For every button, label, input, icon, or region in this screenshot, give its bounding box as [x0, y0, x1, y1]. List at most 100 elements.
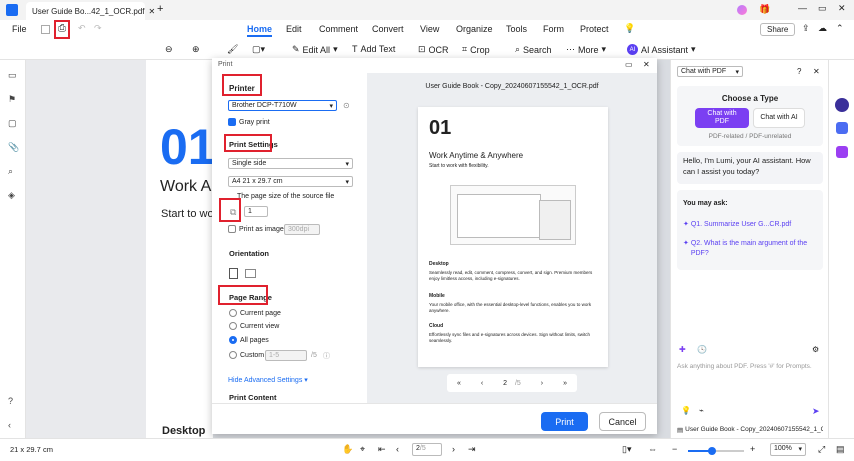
menu-form[interactable]: Form [543, 24, 564, 34]
bulb-icon[interactable]: 💡 [681, 406, 691, 415]
select-tool-icon[interactable]: ⌖ [360, 444, 365, 455]
prev-page-icon[interactable]: ‹ [481, 380, 483, 387]
more-button[interactable]: ⋯ More ▾ [566, 44, 606, 55]
zoom-in-icon[interactable]: ⊕ [192, 44, 200, 55]
highlighter-icon[interactable]: 🖌 [227, 44, 238, 55]
page-size-option[interactable]: The page size of the source file [237, 193, 334, 200]
bookmark-icon[interactable]: ⚑ [8, 94, 18, 104]
sides-select[interactable]: Single side ▾ [228, 158, 353, 169]
collapse-ribbon-icon[interactable]: ⌃ [836, 23, 844, 34]
settings-icon[interactable]: ⚙ [812, 345, 819, 354]
menu-protect[interactable]: Protect [580, 24, 609, 34]
suggestion-q1[interactable]: ✦ Q1. Summarize User G...CR.pdf [683, 220, 791, 228]
fullscreen-icon[interactable]: ⤢ [818, 444, 825, 455]
thumbnails-icon[interactable]: ▭ [8, 70, 18, 80]
history-icon[interactable]: 🕓 [697, 345, 707, 354]
last-page-icon[interactable]: » [563, 380, 567, 387]
dialog-close-icon[interactable]: ✕ [643, 60, 650, 69]
next-page-icon[interactable]: › [452, 444, 455, 454]
cancel-button[interactable]: Cancel [599, 412, 646, 431]
printer-settings-icon[interactable]: ⊙ [343, 101, 350, 110]
help-icon[interactable]: ? [8, 396, 18, 406]
chat-input[interactable]: Ask anything about PDF. Press '#' for Pr… [677, 363, 823, 370]
redo-icon[interactable]: ↷ [94, 23, 102, 34]
prev-page-icon[interactable]: ‹ [396, 444, 399, 454]
landscape-orientation-icon[interactable] [245, 269, 256, 278]
copies-stepper[interactable]: 1 [244, 206, 268, 217]
menu-comment[interactable]: Comment [319, 24, 358, 34]
chat-with-ai-button[interactable]: Chat with AI [753, 108, 805, 128]
send-icon[interactable]: ➤ [812, 406, 820, 417]
close-icon[interactable]: ✕ [813, 67, 820, 76]
document-tab[interactable]: User Guide Bo...42_1_OCR.pdf ✕ [26, 2, 155, 20]
search-button[interactable]: ⌕ Search [515, 44, 552, 55]
range-current-view[interactable]: Current view [229, 322, 279, 330]
add-text-button[interactable]: T Add Text [352, 44, 395, 54]
new-tab-button[interactable]: + [157, 3, 163, 15]
suggestion-q2[interactable]: ✦ Q2. What is the main argument of the P… [683, 239, 819, 259]
avatar[interactable] [737, 5, 747, 15]
ocr-button[interactable]: ⊡ OCR [418, 44, 449, 55]
undo-icon[interactable]: ↶ [78, 23, 86, 34]
attachment-icon[interactable]: 📎 [8, 142, 19, 152]
help-icon[interactable]: ? [797, 67, 801, 76]
dialog-maximize-icon[interactable]: ▭ [625, 60, 633, 69]
print-as-image-checkbox[interactable]: Print as image [228, 225, 284, 233]
paper-size-select[interactable]: A4 21 x 29.7 cm ▾ [228, 176, 353, 187]
close-tab-icon[interactable]: ✕ [149, 7, 156, 16]
range-all-pages[interactable]: All pages [229, 336, 269, 344]
custom-range-input[interactable]: 1-5 [265, 350, 307, 361]
info-icon[interactable]: ⓘ [323, 351, 330, 361]
menu-convert[interactable]: Convert [372, 24, 404, 34]
dpi-select[interactable]: 300dpi [284, 224, 320, 235]
first-page-icon[interactable]: « [457, 380, 461, 387]
hide-advanced-settings-link[interactable]: Hide Advanced Settings ▾ [228, 376, 308, 384]
zoom-slider-handle[interactable] [708, 447, 716, 455]
chat-with-pdf-button[interactable]: Chat with PDF [695, 108, 749, 128]
upload-icon[interactable]: ⇪ [802, 23, 810, 34]
menu-edit[interactable]: Edit [286, 24, 302, 34]
print-button[interactable]: Print [541, 412, 588, 431]
note-icon[interactable] [836, 146, 848, 158]
menu-home[interactable]: Home [247, 24, 273, 37]
range-current-page[interactable]: Current page [229, 309, 281, 317]
comment-icon[interactable]: ▢ [8, 118, 18, 128]
zoom-slider[interactable] [688, 447, 744, 455]
menu-tools[interactable]: Tools [506, 24, 527, 34]
page-number-field[interactable]: 2/5 [412, 443, 442, 456]
portrait-orientation-icon[interactable] [229, 268, 238, 279]
hand-tool-icon[interactable]: ✋ [342, 444, 353, 455]
ai-assistant-button[interactable]: AI AI Assistant ▾ [627, 44, 696, 55]
zoom-out-icon[interactable]: ⊖ [165, 44, 173, 55]
search-icon[interactable]: ⌕ [8, 166, 18, 176]
zoom-plus-icon[interactable]: + [750, 444, 755, 454]
range-custom[interactable]: Custom [229, 351, 264, 359]
menu-organize[interactable]: Organize [456, 24, 493, 34]
zoom-minus-icon[interactable]: − [672, 444, 677, 454]
translate-icon[interactable] [836, 122, 848, 134]
gray-print-checkbox[interactable]: Gray print [228, 118, 270, 126]
edit-all-button[interactable]: ✎ Edit All ▾ [292, 44, 338, 55]
cloud-icon[interactable]: ☁ [818, 23, 827, 34]
maximize-icon[interactable]: ▭ [818, 3, 827, 14]
file-menu[interactable]: File [12, 24, 27, 34]
first-page-icon[interactable]: ⇤ [378, 444, 386, 455]
shape-dropdown[interactable]: ▢▾ [252, 44, 265, 55]
crop-button[interactable]: ⌗ Crop [462, 44, 490, 55]
attach-icon[interactable]: ⌁ [699, 406, 704, 415]
pager-current[interactable]: 2 [503, 380, 507, 387]
last-page-icon[interactable]: ⇥ [468, 444, 476, 455]
layers-icon[interactable]: ◈ [8, 190, 18, 200]
gift-icon[interactable]: 🎁 [759, 4, 770, 15]
menu-view[interactable]: View [420, 24, 439, 34]
panel-toggle-icon[interactable]: ▤ [836, 444, 845, 455]
zoom-select[interactable]: 100% ▾ [770, 443, 806, 456]
save-icon[interactable] [41, 25, 50, 34]
page-layout-icon[interactable]: ▯▾ [622, 444, 631, 455]
next-page-icon[interactable]: › [541, 380, 543, 387]
collapse-icon[interactable]: ‹ [8, 420, 18, 430]
ai-rail-icon[interactable] [835, 98, 849, 112]
share-button[interactable]: Share [760, 23, 796, 36]
ai-mode-select[interactable]: Chat with PDF ▾ [677, 66, 743, 77]
close-window-icon[interactable]: ✕ [838, 3, 846, 14]
